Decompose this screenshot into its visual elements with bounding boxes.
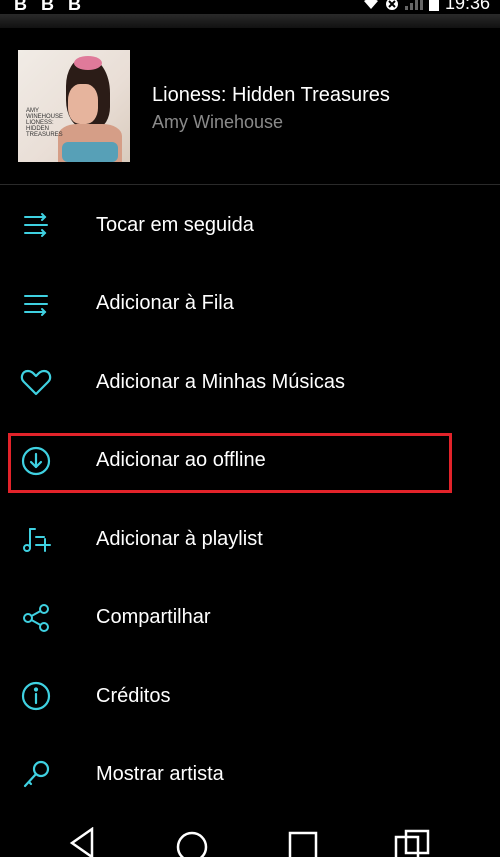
highlight-box xyxy=(8,433,452,493)
system-nav-bar xyxy=(0,815,500,857)
status-bar: B B B 19:36 xyxy=(0,0,500,14)
menu-item-label: Créditos xyxy=(96,684,171,707)
menu-item-share[interactable]: Compartilhar xyxy=(0,579,500,658)
status-notification-icons: B B B xyxy=(14,0,81,15)
back-icon[interactable] xyxy=(62,827,102,857)
wifi-icon xyxy=(363,0,378,9)
share-icon xyxy=(18,600,54,636)
notification-icon: B xyxy=(41,0,54,14)
context-menu: Tocar em seguida Adicionar à Fila Adicio… xyxy=(0,186,500,814)
add-to-queue-icon xyxy=(18,286,54,322)
menu-item-label: Compartilhar xyxy=(96,606,211,629)
microphone-icon xyxy=(18,757,54,793)
menu-item-label: Tocar em seguida xyxy=(96,213,254,236)
menu-item-add-to-queue[interactable]: Adicionar à Fila xyxy=(0,265,500,344)
menu-item-label: Adicionar à playlist xyxy=(96,527,263,550)
album-art-text: AMY WINEHOUSE LIONESS: HIDDEN TREASURES xyxy=(26,108,64,138)
heart-icon xyxy=(18,364,54,400)
menu-item-label: Mostrar artista xyxy=(96,763,224,786)
menu-item-show-artist[interactable]: Mostrar artista xyxy=(0,736,500,815)
status-time: 19:36 xyxy=(444,0,490,13)
menu-item-play-next[interactable]: Tocar em seguida xyxy=(0,186,500,265)
info-icon xyxy=(18,678,54,714)
top-shade xyxy=(0,14,500,28)
signal-icon xyxy=(404,0,423,10)
notification-icon: B xyxy=(68,0,81,14)
menu-item-label: Adicionar à Fila xyxy=(96,292,234,315)
add-to-playlist-icon xyxy=(18,521,54,557)
alarm-icon xyxy=(385,0,398,10)
album-art: AMY WINEHOUSE LIONESS: HIDDEN TREASURES xyxy=(18,50,130,162)
status-system-icons: 19:36 xyxy=(363,0,490,14)
artist-name: Amy Winehouse xyxy=(152,112,284,132)
divider xyxy=(0,184,500,185)
battery-icon xyxy=(428,0,439,11)
notification-icon: B xyxy=(14,0,27,14)
menu-item-add-to-my-music[interactable]: Adicionar a Minhas Músicas xyxy=(0,343,500,422)
menu-item-label: Adicionar a Minhas Músicas xyxy=(96,370,345,393)
recents-icon[interactable] xyxy=(284,827,324,857)
menu-item-add-to-playlist[interactable]: Adicionar à playlist xyxy=(0,500,500,579)
switch-icon[interactable] xyxy=(392,827,432,857)
track-header: AMY WINEHOUSE LIONESS: HIDDEN TREASURES … xyxy=(0,28,500,184)
menu-item-credits[interactable]: Créditos xyxy=(0,657,500,736)
home-icon[interactable] xyxy=(172,827,212,857)
album-title: Lioness: Hidden Treasures xyxy=(152,84,390,106)
play-next-icon xyxy=(18,207,54,243)
